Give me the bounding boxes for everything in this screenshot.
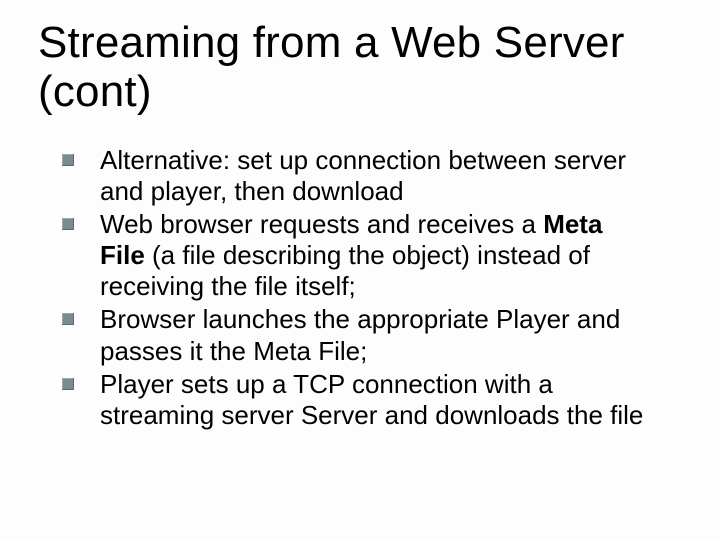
bullet-text: Browser launches the appropriate Player … — [100, 304, 620, 365]
bullet-text: Web browser requests and receives a — [100, 209, 543, 239]
bullet-text-after: (a file describing the object) instead o… — [100, 240, 590, 301]
slide: Streaming from a Web Server (cont) Alter… — [0, 0, 720, 540]
slide-title: Streaming from a Web Server (cont) — [38, 18, 682, 117]
bullet-list: Alternative: set up connection between s… — [38, 145, 682, 432]
list-item: Browser launches the appropriate Player … — [58, 304, 654, 366]
list-item: Web browser requests and receives a Meta… — [58, 209, 654, 303]
list-item: Alternative: set up connection between s… — [58, 145, 654, 207]
list-item: Player sets up a TCP connection with a s… — [58, 369, 654, 431]
bullet-text: Player sets up a TCP connection with a s… — [100, 369, 643, 430]
bullet-text: Alternative: set up connection between s… — [100, 145, 626, 206]
